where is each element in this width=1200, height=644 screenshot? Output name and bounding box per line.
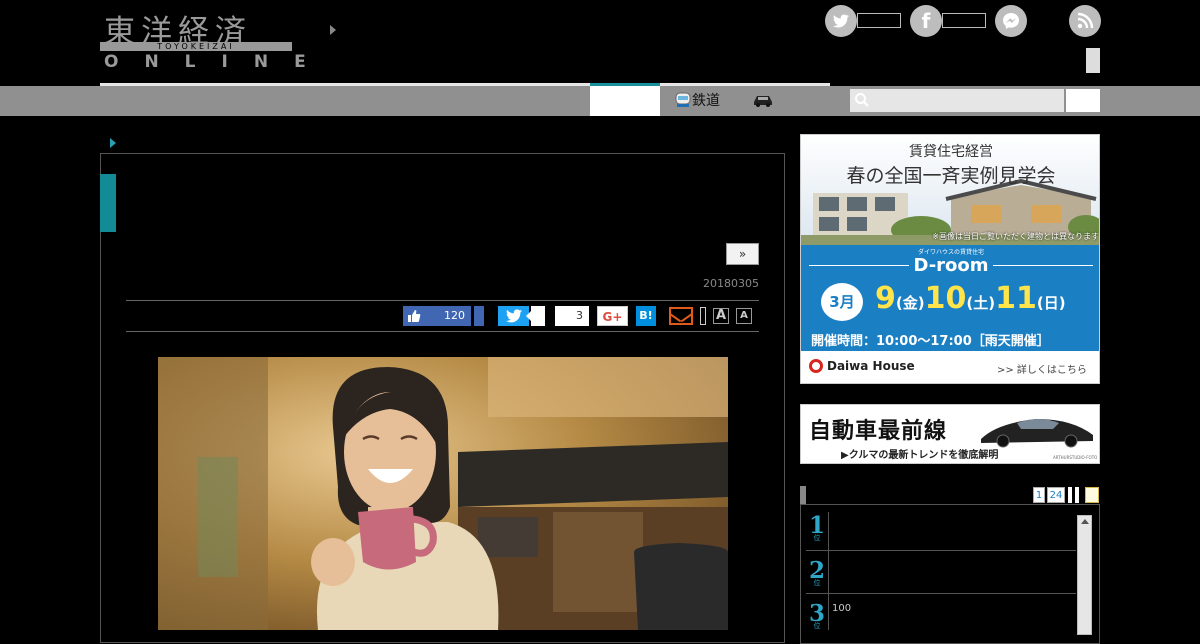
next-page-button[interactable]: » xyxy=(726,243,759,265)
article-date: 20180305 xyxy=(703,277,759,290)
google-plus-button[interactable]: G+ xyxy=(597,306,628,326)
facebook-icon[interactable]: f xyxy=(910,5,942,37)
search-button[interactable] xyxy=(1066,89,1100,112)
ranking-separator xyxy=(828,512,829,630)
daiwa-house-ad[interactable]: 賃貸住宅経営 春の全国一斉実例見学会 ※画像は当日ご覧いただく建物とは異なります… xyxy=(800,134,1100,384)
ranking-tab-1h[interactable]: 1 xyxy=(1033,487,1045,503)
search-input[interactable] xyxy=(850,89,1064,112)
sports-car-icon xyxy=(981,419,1093,448)
ad-dow: (日) xyxy=(1036,294,1066,312)
menu-toggle[interactable] xyxy=(1086,48,1100,73)
ranking-marker xyxy=(800,486,806,504)
article-title-accent xyxy=(100,174,116,232)
logo-online: ONLINE xyxy=(104,52,332,72)
train-icon xyxy=(674,90,692,108)
nav-item-label: 鉄道 xyxy=(692,93,720,109)
facebook-like-button[interactable]: 120 xyxy=(403,306,471,326)
ranking-item-text[interactable]: 100 xyxy=(832,603,851,614)
article-photo xyxy=(158,357,728,630)
font-size-large-button[interactable]: A xyxy=(713,308,729,324)
ad-month-badge: 3月 xyxy=(821,283,863,321)
mail-icon[interactable] xyxy=(669,307,693,325)
banner-title: 自動車最前線 xyxy=(809,419,948,444)
pocket-count[interactable]: 3 xyxy=(555,306,589,326)
thumbs-up-icon xyxy=(407,306,421,329)
ranking-tab[interactable] xyxy=(1075,487,1079,503)
ad-brand: D-room xyxy=(913,255,989,276)
rss-icon[interactable] xyxy=(1069,5,1101,37)
divider xyxy=(126,300,759,301)
font-size-small-button[interactable]: A xyxy=(736,308,752,324)
ranking-item[interactable]: 2 位 xyxy=(806,557,828,588)
print-button[interactable] xyxy=(700,307,706,325)
ad-disclaimer: ※画像は当日ご覧いただく建物とは異なります xyxy=(932,232,1099,241)
scroll-up-arrow-icon[interactable] xyxy=(1080,519,1089,524)
nav-item-railway[interactable]: 鉄道 xyxy=(674,86,720,116)
ranking-item[interactable]: 3 位 xyxy=(806,600,828,631)
tweet-button[interactable] xyxy=(498,306,529,326)
ad-hours: 開催時間：10:00〜17:00［雨天開催］ xyxy=(811,334,1050,349)
hatena-bookmark-button[interactable]: B! xyxy=(636,306,656,326)
ad-day: 10 xyxy=(924,281,967,316)
tweet-count xyxy=(526,306,545,326)
twitter-bird-icon xyxy=(505,309,522,323)
divider xyxy=(126,331,759,332)
chevron-right-icon[interactable] xyxy=(330,25,336,35)
ad-company: Daiwa House xyxy=(827,359,915,373)
ad-day: 11 xyxy=(995,281,1037,316)
ad-dates: 9(金)10(土)11(日) xyxy=(875,281,1066,316)
nav-item-active[interactable] xyxy=(590,86,660,116)
ranking-tab[interactable] xyxy=(1085,487,1099,503)
ranking-divider xyxy=(806,593,1076,594)
ranking-list xyxy=(800,504,1100,644)
banner-credit: ARTHURSTUDIO-FOTO xyxy=(1053,455,1098,460)
ad-day: 9 xyxy=(875,281,896,316)
ranking-item[interactable]: 1 位 xyxy=(806,512,828,543)
facebook-like-number: 120 xyxy=(444,309,465,322)
twitter-icon[interactable] xyxy=(825,5,857,37)
search-icon xyxy=(854,92,870,108)
ad-dow: (金) xyxy=(895,294,925,312)
nav-item-auto[interactable] xyxy=(752,86,774,116)
car-icon xyxy=(752,88,774,107)
ranking-divider xyxy=(806,550,1076,551)
daiwa-logo-icon xyxy=(809,359,823,373)
banner-subtitle: ▶クルマの最新トレンドを徹底解明 xyxy=(841,450,999,461)
ad-dow: (土) xyxy=(966,294,996,312)
ad-link[interactable]: >> 詳しくはこちら xyxy=(997,361,1087,376)
ranking-tab[interactable] xyxy=(1068,487,1072,503)
ad-title: 春の全国一斉実例見学会 xyxy=(846,165,1056,187)
messenger-icon[interactable] xyxy=(995,5,1027,37)
facebook-like-count xyxy=(942,13,986,28)
logo-subtitle: TOYOKEIZAI xyxy=(157,42,235,51)
ranking-tab-24h[interactable]: 24 xyxy=(1047,487,1065,503)
breadcrumb-arrow-icon xyxy=(110,138,116,148)
auto-feature-banner[interactable]: 自動車最前線 ▶クルマの最新トレンドを徹底解明 ARTHURSTUDIO-FOT… xyxy=(800,404,1100,464)
twitter-follow-count xyxy=(857,13,901,28)
ranking-scrollbar[interactable] xyxy=(1077,515,1092,635)
ad-heading: 賃貸住宅経営 xyxy=(909,144,993,160)
facebook-share-button[interactable] xyxy=(474,306,484,326)
